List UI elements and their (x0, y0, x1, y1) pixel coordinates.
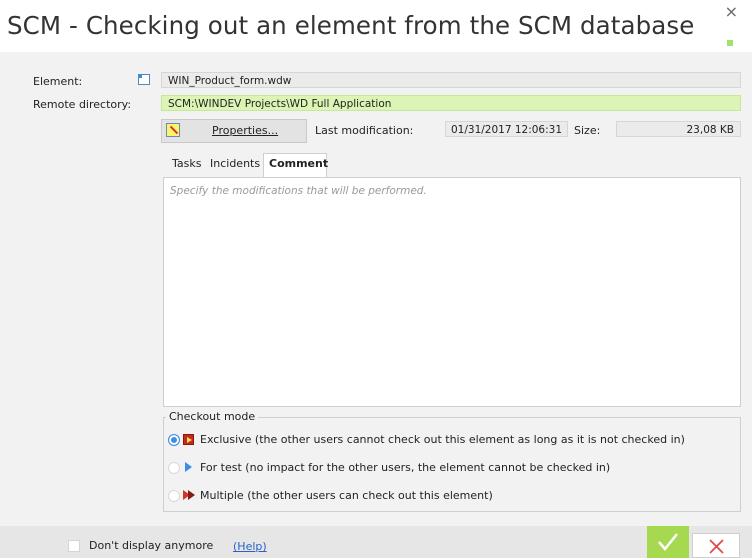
remote-directory-label: Remote directory: (33, 98, 132, 111)
cancel-button[interactable] (692, 533, 740, 558)
size-label: Size: (574, 124, 601, 137)
comment-textarea[interactable]: Specify the modifications that will be p… (163, 177, 741, 407)
properties-button[interactable]: Properties... (161, 119, 307, 143)
tab-comment[interactable]: Comment (269, 157, 328, 170)
comment-placeholder: Specify the modifications that will be p… (170, 185, 427, 197)
checkout-mode-legend-text: Checkout mode (169, 410, 256, 423)
checkmark-icon (658, 533, 678, 551)
exclusive-icon (183, 434, 194, 445)
multiple-icon (183, 490, 196, 501)
properties-button-label: Properties... (212, 124, 279, 137)
ok-button[interactable] (647, 526, 689, 558)
close-icon[interactable]: × (725, 2, 738, 21)
radio-for-test[interactable] (168, 462, 180, 474)
element-field: WIN_Product_form.wdw (161, 72, 741, 88)
tab-incidents[interactable]: Incidents (210, 157, 260, 170)
option-multiple-label[interactable]: Multiple (the other users can check out … (200, 489, 493, 502)
last-modification-label: Last modification: (315, 124, 414, 137)
title-bar: SCM - Checking out an element from the S… (0, 0, 752, 52)
help-link[interactable]: (Help) (233, 540, 267, 553)
cross-icon (709, 539, 724, 554)
tab-tasks[interactable]: Tasks (172, 157, 201, 170)
radio-multiple[interactable] (168, 490, 180, 502)
title-accent-mark (727, 40, 733, 46)
test-icon (185, 462, 192, 472)
document-icon (138, 74, 150, 85)
option-exclusive-label[interactable]: Exclusive (the other users cannot check … (200, 433, 685, 446)
option-for-test-label[interactable]: For test (no impact for the other users,… (200, 461, 610, 474)
properties-icon (166, 123, 180, 137)
size-field: 23,08 KB (616, 121, 741, 137)
checkout-mode-legend: Checkout mode (166, 410, 259, 423)
dialog-title: SCM - Checking out an element from the S… (7, 11, 695, 40)
radio-exclusive[interactable] (168, 434, 180, 446)
element-label: Element: (33, 75, 83, 88)
last-modification-field: 01/31/2017 12:06:31 (445, 121, 568, 137)
dont-display-checkbox[interactable] (68, 540, 80, 552)
dont-display-label: Don't display anymore (89, 539, 214, 552)
remote-directory-field: SCM:\WINDEV Projects\WD Full Application (161, 95, 741, 111)
